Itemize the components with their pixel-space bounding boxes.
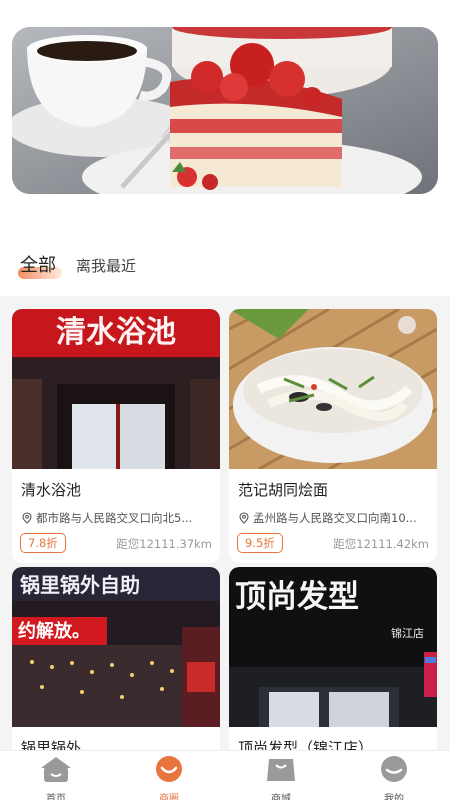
tab-nearest[interactable]: 离我最近 [76,255,136,276]
sign-text: 顶尚发型 [235,579,359,615]
tab-all[interactable]: 全部 [18,251,62,279]
nav-business-district[interactable]: 商圈 [139,755,199,800]
merchant-photo: 清水浴池 [12,309,220,469]
nav-business-district-label: 商圈 [159,794,179,800]
nav-mall[interactable]: 商城 [251,755,311,800]
home-icon [41,757,71,782]
shopping-bag-icon [267,759,295,781]
location-pin-icon [239,512,249,524]
merchant-address-text: 都市路与人民路交叉口向北5... [36,511,193,525]
nav-profile[interactable]: 我的 [364,755,424,800]
profile-icon [381,756,407,782]
tab-nearest-label: 离我最近 [76,257,137,275]
merchant-address-text: 孟州路与人民路交叉口向南10... [253,511,417,525]
merchant-address: 孟州路与人民路交叉口向南10... [238,510,417,526]
merchant-name: 范记胡同烩面 [238,481,329,499]
sign-text-secondary: 约解放。 [18,620,90,642]
app-screen: 全部 离我最近 清水浴池 清水浴池 都市路与人民路交叉口向北5... 7.8折 … [0,0,450,800]
merchant-name: 清水浴池 [21,481,82,499]
smile-icon [156,756,182,782]
nav-profile-label: 我的 [384,794,404,800]
discount-badge: 7.8折 [20,533,66,553]
merchant-distance: 距您12111.42km [333,537,429,551]
discount-badge: 9.5折 [237,533,283,553]
location-pin-icon [22,512,32,524]
cake-coffee-image [12,27,438,194]
merchant-card[interactable]: 范记胡同烩面 孟州路与人民路交叉口向南10... 9.5折 距您12111.42… [229,309,437,563]
merchant-address: 都市路与人民路交叉口向北5... [21,510,192,526]
nav-home[interactable]: 首页 [26,755,86,800]
sign-text: 锅里锅外自助 [20,573,140,597]
merchant-photo: 顶尚发型 锦江店 [229,567,437,727]
merchant-card[interactable]: 顶尚发型 锦江店 顶尚发型（锦江店） [229,567,437,767]
merchant-distance: 距您12111.37km [116,537,212,551]
merchant-card[interactable]: 锅里锅外自助 约解放。 锅里锅外 [12,567,220,767]
tab-all-label: 全部 [20,255,56,276]
sign-subtext: 锦江店 [391,626,424,640]
sign-text: 清水浴池 [56,315,176,350]
merchant-card[interactable]: 清水浴池 清水浴池 都市路与人民路交叉口向北5... 7.8折 距您12111.… [12,309,220,563]
merchant-grid: 清水浴池 清水浴池 都市路与人民路交叉口向北5... 7.8折 距您12111.… [0,296,450,767]
merchant-photo: 锅里锅外自助 约解放。 [12,567,220,727]
merchant-photo [229,309,437,469]
bottom-navigation: 首页 商圈 商城 我的 [0,750,450,800]
category-tabs: 全部 离我最近 [0,240,450,290]
nav-home-label: 首页 [46,794,66,800]
promo-banner[interactable] [12,27,438,194]
nav-mall-label: 商城 [271,794,291,800]
